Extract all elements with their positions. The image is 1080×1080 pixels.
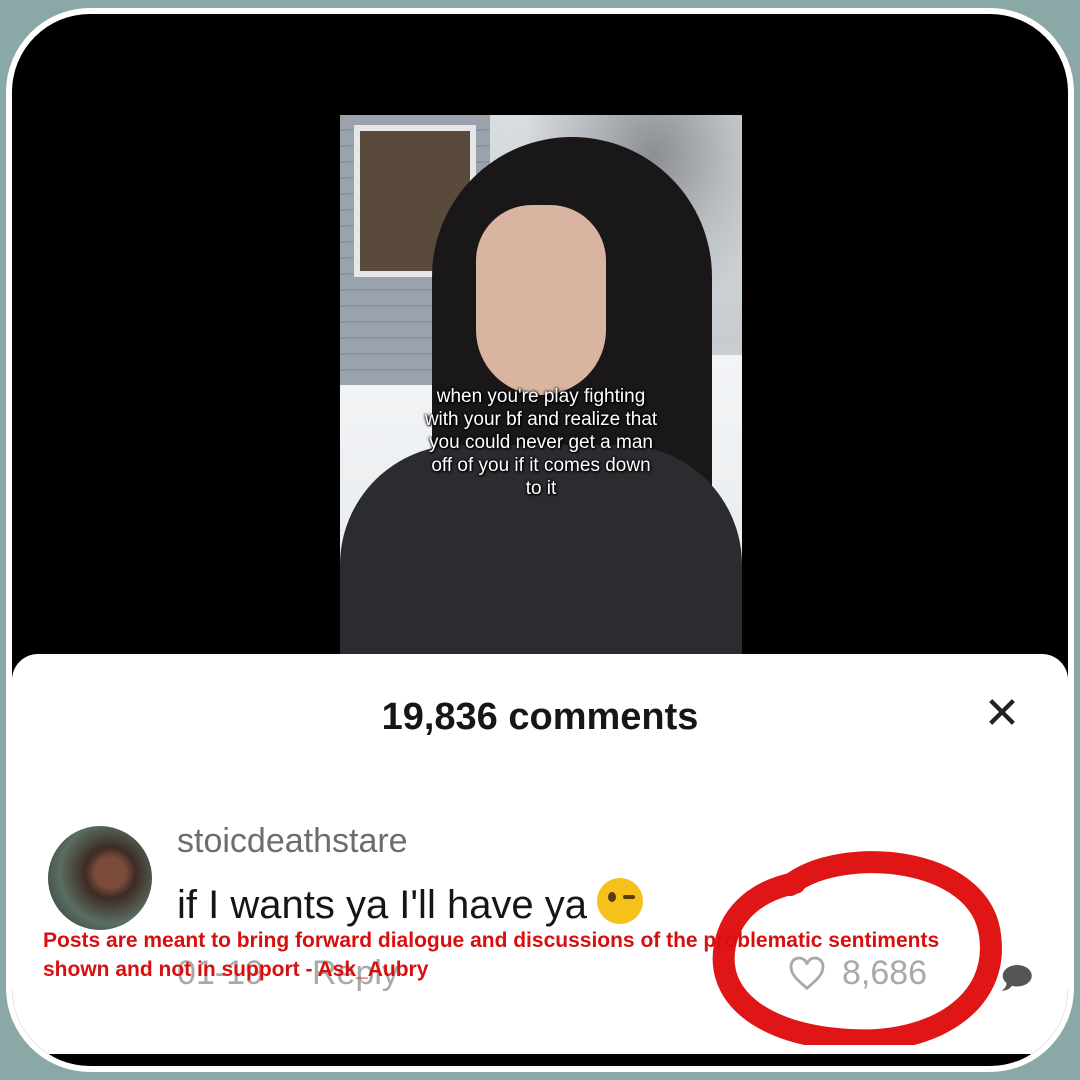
close-icon[interactable]: ✕ [980, 692, 1024, 736]
video-thumbnail[interactable]: when you're play fighting with your bf a… [340, 115, 742, 675]
comment-text-body: if I wants ya I'll have ya [177, 883, 588, 927]
comment-username[interactable]: stoicdeathstare [177, 822, 408, 861]
comments-count: 19,836 comments [381, 696, 699, 738]
person-face [476, 205, 606, 395]
comment-text: if I wants ya I'll have ya [177, 878, 644, 928]
avatar[interactable] [48, 826, 152, 930]
video-caption: when you're play fighting with your bf a… [424, 386, 658, 499]
wink-emoji-icon [597, 878, 644, 924]
outer-frame: when you're play fighting with your bf a… [0, 0, 1080, 1080]
disclaimer-text: Posts are meant to bring forward dialogu… [43, 929, 940, 981]
